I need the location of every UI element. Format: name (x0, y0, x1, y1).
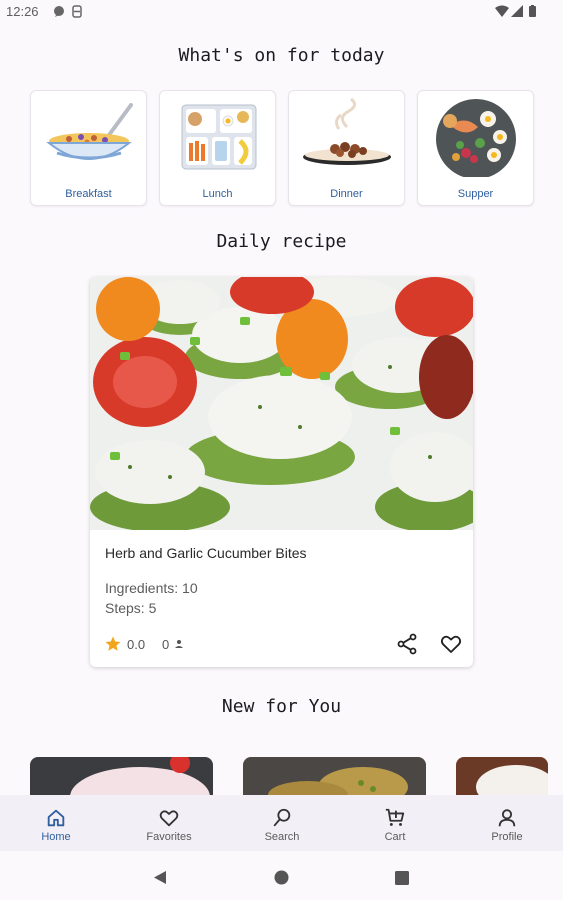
dinner-plate-icon (303, 97, 391, 165)
bottom-navigation: Home Favorites Search Cart Profile (0, 795, 563, 851)
status-bar: 12:26 (0, 0, 563, 26)
recipe-rating: 0.0 (104, 634, 145, 654)
signal-icon (511, 5, 523, 17)
system-navigation-bar (0, 851, 563, 900)
daily-recipe-title: Daily recipe (216, 231, 347, 252)
category-label: Dinner (330, 188, 363, 200)
nav-item-cart[interactable]: Cart (339, 795, 451, 851)
nav-label: Profile (491, 831, 523, 843)
recipe-name: Herb and Garlic Cucumber Bites (105, 545, 307, 561)
star-icon (105, 636, 121, 651)
nav-label: Cart (384, 831, 406, 843)
home-icon (47, 809, 65, 827)
favorite-heart-icon[interactable] (439, 632, 463, 656)
category-card-lunch[interactable]: Lunch (159, 90, 276, 206)
category-card-breakfast[interactable]: Breakfast (30, 90, 147, 206)
recents-icon[interactable] (395, 871, 409, 885)
profile-icon (498, 809, 516, 827)
sync-icon (72, 5, 82, 18)
cereal-bowl-icon (46, 103, 133, 160)
wifi-icon (495, 5, 509, 17)
lunch-box-icon (181, 104, 257, 170)
rating-count: 0 (162, 634, 185, 654)
category-card-supper[interactable]: Supper (417, 90, 534, 206)
recipe-photo (90, 277, 473, 530)
nav-item-home[interactable]: Home (0, 795, 112, 851)
nav-label: Favorites (146, 831, 192, 843)
person-icon (175, 640, 184, 648)
nav-label: Search (264, 831, 300, 843)
chat-notification-icon (54, 6, 64, 17)
rating-count-value: 0 (162, 636, 170, 652)
daily-recipe-card[interactable]: Herb and Garlic Cucumber Bites Ingredien… (90, 277, 473, 667)
status-time: 12:26 (6, 4, 39, 19)
nav-label: Home (41, 831, 71, 843)
recipe-steps: Steps: 5 (105, 600, 157, 616)
share-icon[interactable] (395, 632, 419, 656)
search-icon (273, 808, 291, 827)
category-label: Supper (457, 188, 494, 200)
category-card-dinner[interactable]: Dinner (288, 90, 405, 206)
new-for-you-title: New for You (221, 696, 342, 717)
recipe-ingredients: Ingredients: 10 (105, 580, 198, 596)
heart-icon (159, 810, 179, 827)
battery-icon (529, 5, 536, 17)
nav-item-search[interactable]: Search (226, 795, 338, 851)
category-label: Breakfast (65, 188, 112, 200)
home-circle-icon[interactable] (274, 870, 289, 885)
today-section-title: What's on for today (178, 45, 385, 66)
nav-item-profile[interactable]: Profile (451, 795, 563, 851)
cart-icon (385, 808, 405, 826)
supper-platter-icon (436, 99, 516, 177)
category-label: Lunch (202, 188, 233, 200)
nav-item-favorites[interactable]: Favorites (113, 795, 225, 851)
rating-value: 0.0 (127, 636, 146, 652)
back-icon[interactable] (153, 870, 167, 885)
